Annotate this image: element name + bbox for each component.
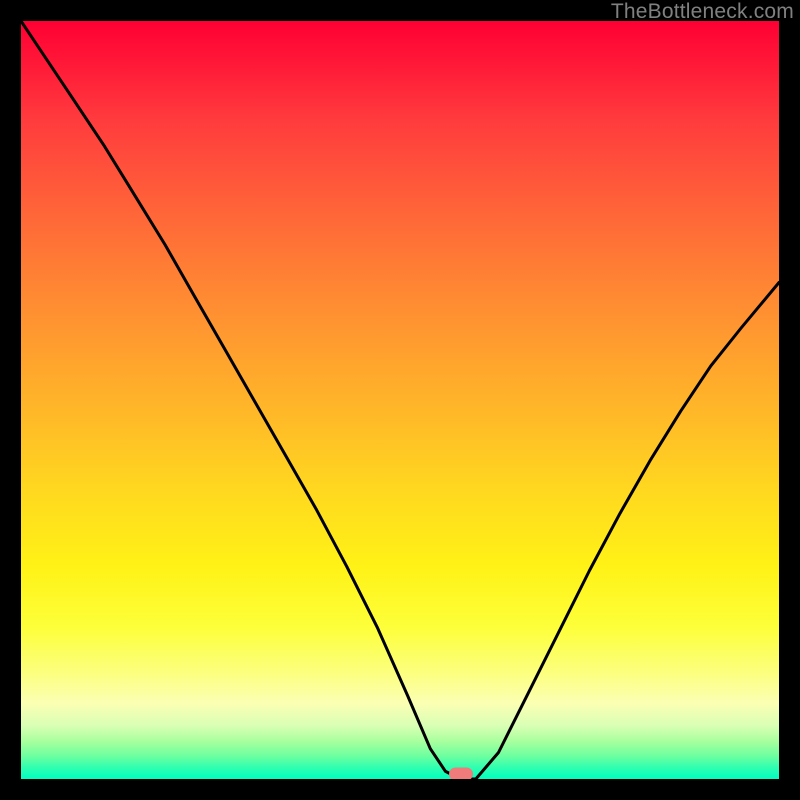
bottleneck-curve: [21, 21, 779, 779]
plot-area: [21, 21, 779, 779]
optimal-point-marker: [449, 768, 473, 779]
watermark-text: TheBottleneck.com: [611, 0, 794, 24]
chart-stage: TheBottleneck.com: [0, 0, 800, 800]
